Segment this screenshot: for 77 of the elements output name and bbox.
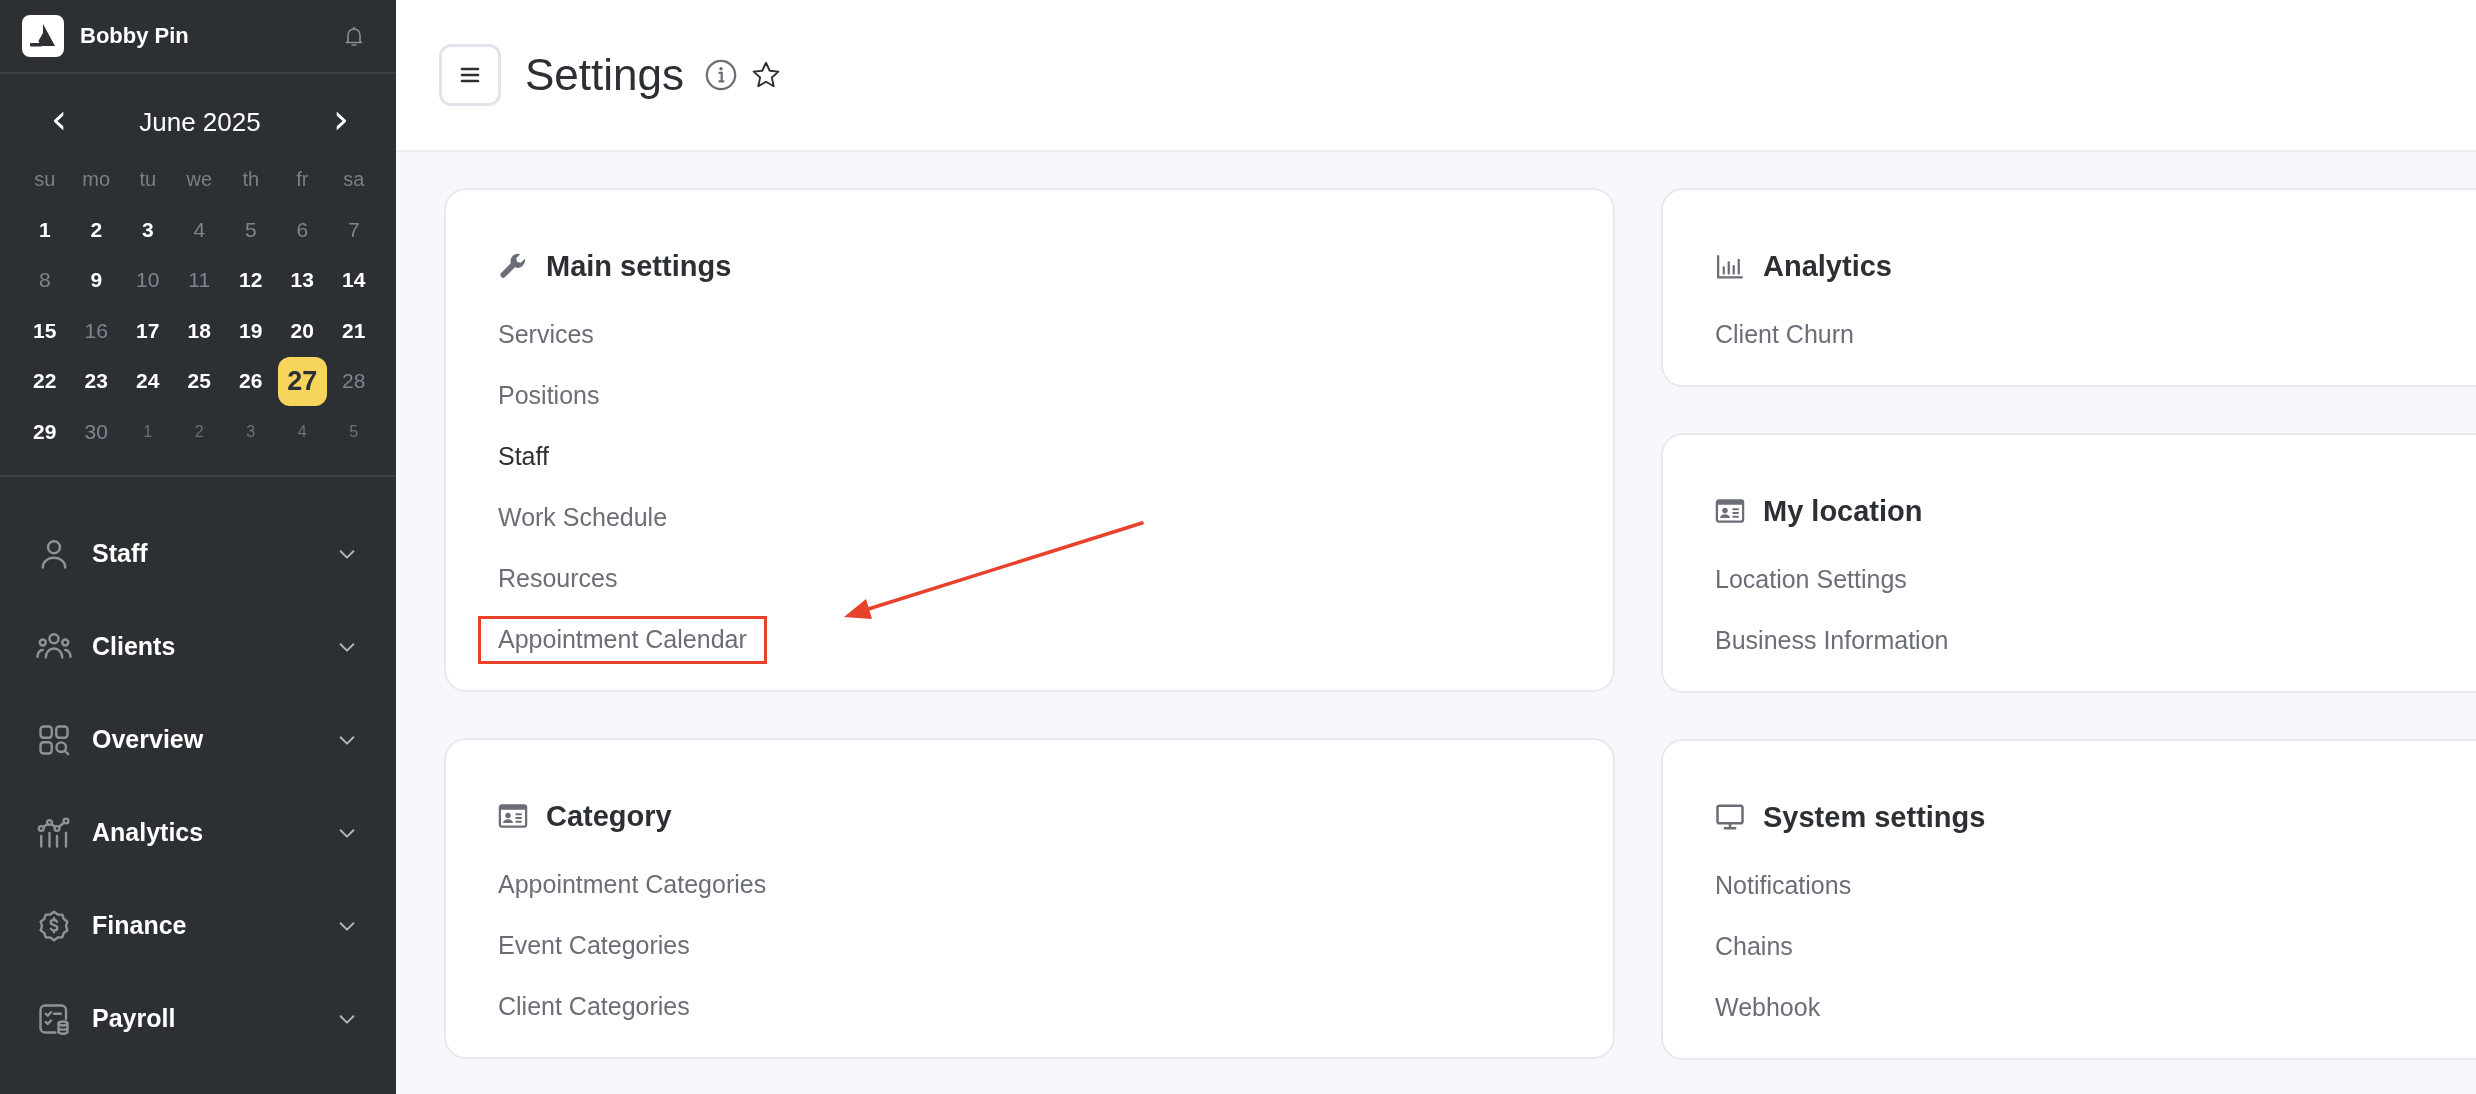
calendar-day[interactable]: 21 — [329, 306, 379, 356]
menu-button[interactable] — [439, 44, 501, 106]
calendar-day[interactable]: 26 — [226, 356, 276, 406]
calendar-day[interactable]: 12 — [226, 255, 276, 305]
settings-link[interactable]: Client Churn — [1715, 312, 1854, 357]
nav-item[interactable]: Overview — [0, 693, 396, 786]
calendar-day[interactable]: 15 — [20, 306, 70, 356]
settings-link[interactable]: Staff — [498, 434, 549, 479]
month-title: June 2025 — [139, 106, 261, 138]
weekday-label: tu — [139, 167, 157, 191]
monitor-icon — [1715, 802, 1745, 832]
section-title: System settings — [1763, 800, 1986, 834]
settings-link[interactable]: Event Categories — [498, 923, 690, 968]
section-title: Analytics — [1763, 249, 1892, 283]
calendar-day[interactable]: 18 — [174, 306, 224, 356]
calendar-day[interactable]: 28 — [329, 356, 379, 406]
settings-link[interactable]: Appointment Categories — [498, 862, 767, 907]
settings-link[interactable]: Work Schedule — [498, 495, 668, 540]
calendar-day[interactable]: 24 — [123, 356, 173, 406]
calendar-day[interactable]: 6 — [277, 205, 327, 255]
nav-item[interactable]: Payroll — [0, 972, 396, 1065]
menu-icon — [460, 67, 480, 83]
nav-item[interactable]: Finance — [0, 879, 396, 972]
settings-link[interactable]: Services — [498, 312, 594, 357]
calendar-day[interactable]: 17 — [123, 306, 173, 356]
calendar-day[interactable]: 29 — [20, 407, 70, 457]
id-card-icon — [498, 801, 528, 831]
calendar-day[interactable]: 1 — [20, 205, 70, 255]
calendar-day[interactable]: 7 — [329, 205, 379, 255]
calendar-day[interactable]: 13 — [277, 255, 327, 305]
id-card-icon — [1715, 496, 1745, 526]
weekday-label: we — [186, 167, 213, 191]
weekday-label: th — [242, 167, 260, 191]
calendar-day[interactable]: 2 — [71, 205, 121, 255]
section-title: Category — [546, 799, 672, 833]
logo-icon[interactable] — [22, 15, 64, 57]
settings-link[interactable]: Webhook — [1715, 985, 1821, 1030]
settings-link[interactable]: Client Categories — [498, 984, 690, 1029]
settings-link[interactable]: Location Settings — [1715, 557, 1907, 602]
calendar-day[interactable]: 5 — [226, 205, 276, 255]
calendar-day[interactable]: 25 — [174, 356, 224, 406]
section-title: My location — [1763, 494, 1923, 528]
nav-item[interactable]: Staff — [0, 507, 396, 600]
settings-link[interactable]: Notifications — [1715, 863, 1852, 908]
line-chart-icon — [36, 814, 72, 851]
weekday-label: sa — [343, 167, 365, 191]
calendar-day[interactable]: 11 — [174, 255, 224, 305]
account-name[interactable]: Bobby Pin — [80, 23, 326, 49]
section-title: Main settings — [546, 249, 732, 283]
selected-date[interactable]: 27 — [277, 356, 327, 406]
calendar-day[interactable]: 14 — [329, 255, 379, 305]
calendar-day[interactable]: 9 — [71, 255, 121, 305]
settings-link[interactable]: Appointment Calendar — [478, 615, 767, 664]
weekday-label: fr — [296, 167, 309, 191]
calendar-day[interactable]: 23 — [71, 356, 121, 406]
calendar-day[interactable]: 30 — [71, 407, 121, 457]
previous-month-button[interactable]: ‹ — [43, 99, 75, 145]
calendar-day[interactable]: 3 — [123, 205, 173, 255]
info-icon[interactable] — [704, 58, 738, 92]
weekday-label: su — [34, 167, 56, 191]
page-title: Settings — [525, 50, 684, 100]
calendar-day[interactable]: 4 — [174, 205, 224, 255]
settings-link[interactable]: Resources — [498, 556, 618, 601]
next-month-button[interactable]: › — [325, 99, 357, 145]
nav-item[interactable]: Analytics — [0, 786, 396, 879]
wrench-icon — [498, 251, 528, 281]
settings-link[interactable]: Positions — [498, 373, 600, 418]
calendar-day[interactable]: 19 — [226, 306, 276, 356]
calendar-day[interactable]: 10 — [123, 255, 173, 305]
settings-link[interactable]: Chains — [1715, 924, 1793, 969]
calendar-day[interactable]: 16 — [71, 306, 121, 356]
settings-link[interactable]: Business Information — [1715, 618, 1949, 663]
nav-item[interactable]: Clients — [0, 600, 396, 693]
calendar-day[interactable]: 22 — [20, 356, 70, 406]
weekday-label: mo — [82, 167, 111, 191]
calendar-day[interactable]: 8 — [20, 255, 70, 305]
calendar-day[interactable]: 20 — [277, 306, 327, 356]
